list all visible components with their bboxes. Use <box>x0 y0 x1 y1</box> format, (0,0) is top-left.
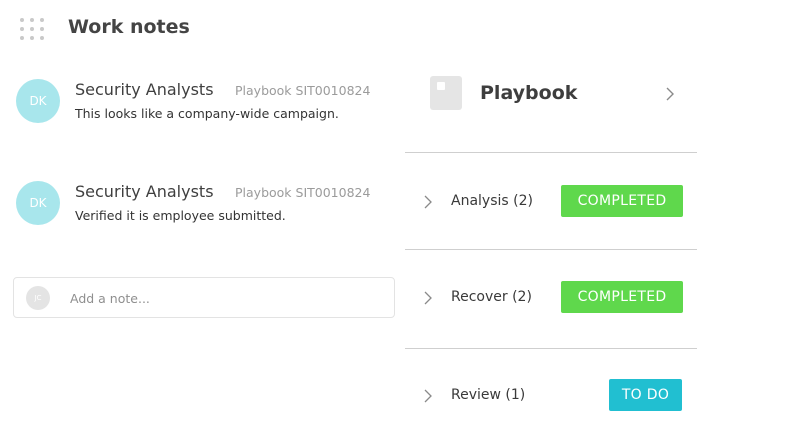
work-note: DK Security Analysts Playbook SIT0010824… <box>16 79 396 139</box>
document-icon <box>430 76 462 110</box>
current-user-avatar: JC <box>26 286 50 310</box>
note-author: Security Analysts <box>75 80 214 99</box>
note-author: Security Analysts <box>75 182 214 201</box>
playbook-title: Playbook <box>480 82 578 104</box>
task-name: Review (1) <box>451 387 526 403</box>
page-title: Work notes <box>68 16 190 38</box>
note-message: Verified it is employee submitted. <box>75 208 286 223</box>
playbook-task[interactable]: Review (1) TO DO <box>420 379 690 413</box>
note-reference: Playbook SIT0010824 <box>235 83 371 98</box>
status-badge: TO DO <box>609 379 682 411</box>
drag-handle-icon[interactable] <box>20 18 46 40</box>
divider <box>405 152 697 153</box>
playbook-task[interactable]: Analysis (2) COMPLETED <box>420 185 690 219</box>
divider <box>405 249 697 250</box>
chevron-right-icon[interactable] <box>420 387 434 405</box>
task-name: Analysis (2) <box>451 193 533 209</box>
avatar: DK <box>16 181 60 225</box>
playbook-task[interactable]: Recover (2) COMPLETED <box>420 281 690 315</box>
chevron-right-icon[interactable] <box>663 84 677 104</box>
note-message: This looks like a company-wide campaign. <box>75 106 339 121</box>
chevron-right-icon[interactable] <box>420 193 434 211</box>
playbook-header[interactable]: Playbook <box>430 76 690 116</box>
divider <box>405 348 697 349</box>
chevron-right-icon[interactable] <box>420 289 434 307</box>
add-note-input[interactable] <box>70 286 370 310</box>
work-note: DK Security Analysts Playbook SIT0010824… <box>16 181 396 241</box>
task-name: Recover (2) <box>451 289 532 305</box>
add-note-box[interactable]: JC <box>13 277 395 318</box>
avatar: DK <box>16 79 60 123</box>
note-reference: Playbook SIT0010824 <box>235 185 371 200</box>
status-badge: COMPLETED <box>561 185 683 217</box>
status-badge: COMPLETED <box>561 281 683 313</box>
